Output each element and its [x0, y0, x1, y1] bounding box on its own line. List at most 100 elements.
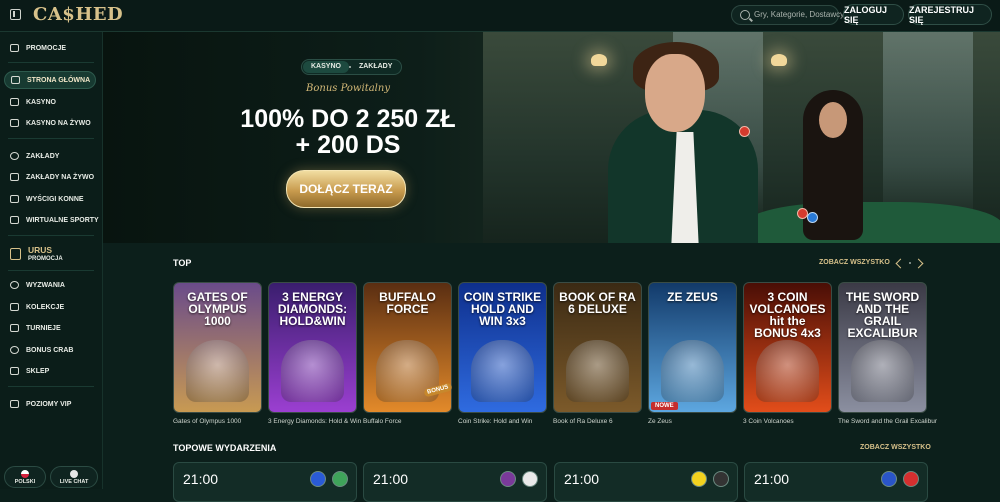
collections-icon — [10, 303, 19, 311]
team-jersey-icon — [332, 471, 348, 487]
virtual-sports-icon — [10, 216, 19, 224]
poker-chip-icon — [807, 212, 818, 223]
horse-icon — [10, 195, 19, 203]
sidebar-item-horse-racing[interactable]: WYŚCIGI KONNE — [4, 190, 96, 208]
sidebar-item-collections[interactable]: KOLEKCJE — [4, 298, 96, 316]
game-name[interactable]: Book of Ra Deluxe 6 — [553, 418, 613, 425]
team-jersey-icon — [881, 471, 897, 487]
poland-flag-icon — [21, 469, 29, 478]
language-label: POLSKI — [14, 478, 36, 485]
logo[interactable]: CA$HED — [33, 4, 123, 25]
crab-icon — [10, 346, 19, 354]
window-light — [883, 32, 973, 222]
game-artwork — [851, 340, 914, 402]
carousel-prev-button[interactable] — [894, 257, 906, 269]
sidebar-item-bonus-crab[interactable]: BONUS CRAB — [4, 341, 96, 359]
sidebar-item-label: TURNIEJE — [26, 324, 61, 332]
divider — [8, 235, 94, 236]
sidebar-item-zaklady[interactable]: ZAKŁADY — [4, 147, 96, 165]
team-jersey-icon — [522, 471, 538, 487]
sidebar-item-challenges[interactable]: WYZWANIA — [4, 276, 96, 294]
join-now-button[interactable]: DOŁĄCZ TERAZ — [286, 170, 406, 208]
game-artwork — [281, 340, 344, 402]
sidebar-item-tournaments[interactable]: TURNIEJE — [4, 319, 96, 337]
sidebar-item-label: WIRTUALNE SPORTY — [26, 216, 99, 224]
event-time: 21:00 — [373, 471, 409, 487]
game-tile[interactable]: 3 ENERGY DIAMONDS: HOLD&WIN — [268, 282, 357, 413]
search-icon — [740, 10, 750, 20]
top-see-all-link[interactable]: ZOBACZ WSZYSTKO — [819, 259, 890, 266]
login-button[interactable]: ZALOGUJ SIĘ — [843, 4, 904, 25]
events-see-all-link[interactable]: ZOBACZ WSZYSTKO — [860, 444, 931, 451]
game-art-title: THE SWORD AND THE GRAIL EXCALIBUR — [845, 290, 920, 340]
sidebar-item-shop[interactable]: SKLEP — [4, 362, 96, 380]
event-card[interactable]: 21:00 — [173, 462, 357, 502]
arrow-right-icon — [913, 258, 924, 269]
target-icon — [10, 281, 19, 289]
game-tile[interactable]: COIN STRIKE HOLD AND WIN 3x3 — [458, 282, 547, 413]
vip-icon — [10, 400, 19, 408]
sidebar-item-label: BONUS CRAB — [26, 346, 74, 354]
divider — [8, 270, 94, 271]
sidebar-item-promocje[interactable]: PROMOCJE — [4, 39, 96, 57]
sidebar-item-live-casino[interactable]: KASYNO NA ŻYWO — [4, 114, 96, 132]
sidebar-item-label: WYŚCIGI KONNE — [26, 195, 84, 203]
urus-subtitle: PROMOCJA — [28, 255, 63, 262]
event-card[interactable]: 21:00 — [554, 462, 738, 502]
divider — [8, 138, 94, 139]
game-tile[interactable]: 3 COIN VOLCANOES hit the BONUS 4x3 — [743, 282, 832, 413]
game-art-title: BOOK OF RA 6 DELUXE — [559, 290, 636, 316]
sidebar-item-vip-levels[interactable]: POZIOMY VIP — [4, 395, 96, 413]
live-chat-button[interactable]: LIVE CHAT — [50, 466, 98, 488]
game-name[interactable]: 3 Coin Volcanoes — [743, 418, 794, 425]
sidebar-item-live-bets[interactable]: ZAKŁADY NA ŻYWO — [4, 168, 96, 186]
sidebar-item-label: ZAKŁADY — [26, 152, 60, 160]
game-name[interactable]: Coin Strike: Hold and Win — [458, 418, 532, 425]
carousel-next-button[interactable] — [913, 257, 926, 269]
game-name[interactable]: Buffalo Force — [363, 418, 402, 425]
search-input[interactable]: Gry, Kategorie, Dostawcy — [731, 5, 844, 25]
game-name[interactable]: Gates of Olympus 1000 — [173, 418, 241, 425]
register-button[interactable]: ZAREJESTRUJ SIĘ — [908, 4, 992, 25]
game-art-title: 3 ENERGY DIAMONDS: HOLD&WIN — [277, 290, 348, 328]
hero-headline: 100% DO 2 250 ZŁ + 200 DS — [208, 106, 488, 158]
game-art-title: BUFFALO FORCE — [379, 290, 436, 316]
sidebar-toggle-icon[interactable] — [10, 9, 21, 20]
game-tile[interactable]: THE SWORD AND THE GRAIL EXCALIBUR — [838, 282, 927, 413]
game-name[interactable]: Ze Zeus — [648, 418, 672, 425]
game-tile[interactable]: GATES OF OLYMPUS 1000 — [173, 282, 262, 413]
game-artwork — [471, 340, 534, 402]
top-header: CA$HED Gry, Kategorie, Dostawcy ZALOGUJ … — [0, 0, 1000, 32]
carousel-dot — [909, 262, 911, 264]
event-time: 21:00 — [754, 471, 790, 487]
game-artwork — [756, 340, 819, 402]
football-icon — [10, 152, 19, 160]
live-chat-label: LIVE CHAT — [59, 478, 89, 485]
chat-icon — [70, 469, 78, 478]
sidebar-item-kasyno[interactable]: KASYNO — [4, 93, 96, 111]
home-icon — [11, 76, 20, 84]
tab-kasyno[interactable]: KASYNO — [303, 61, 349, 73]
sidebar-item-home[interactable]: STRONA GŁÓWNA — [4, 71, 96, 89]
arrow-left-icon — [895, 258, 906, 269]
game-name[interactable]: 3 Energy Diamonds: Hold & Win — [268, 418, 361, 425]
event-card[interactable]: 21:00 — [363, 462, 547, 502]
hero-bonus-label: Bonus Powitalny — [306, 83, 390, 94]
event-time: 21:00 — [564, 471, 600, 487]
game-artwork — [661, 340, 724, 402]
sidebar-item-label: KASYNO — [26, 98, 56, 106]
hero-tab-switch: KASYNO ZAKŁADY — [301, 59, 403, 75]
tab-zaklady[interactable]: ZAKŁADY — [351, 61, 400, 73]
game-tile[interactable]: ZE ZEUS — [648, 282, 737, 413]
game-name[interactable]: The Sword and the Grail Excalibur — [838, 418, 937, 425]
event-time: 21:00 — [183, 471, 219, 487]
hero-headline-line2: + 200 DS — [295, 131, 401, 159]
game-art-title: ZE ZEUS — [667, 290, 718, 304]
sidebar-item-virtual-sports[interactable]: WIRTUALNE SPORTY — [4, 211, 99, 229]
sidebar-item-urus-promo[interactable]: URUS PROMOCJA — [4, 243, 96, 265]
language-button[interactable]: POLSKI — [4, 466, 46, 488]
event-card[interactable]: 21:00 — [744, 462, 928, 502]
game-tile[interactable]: BOOK OF RA 6 DELUXE — [553, 282, 642, 413]
trophy-icon — [10, 324, 19, 332]
team-jersey-icon — [500, 471, 516, 487]
